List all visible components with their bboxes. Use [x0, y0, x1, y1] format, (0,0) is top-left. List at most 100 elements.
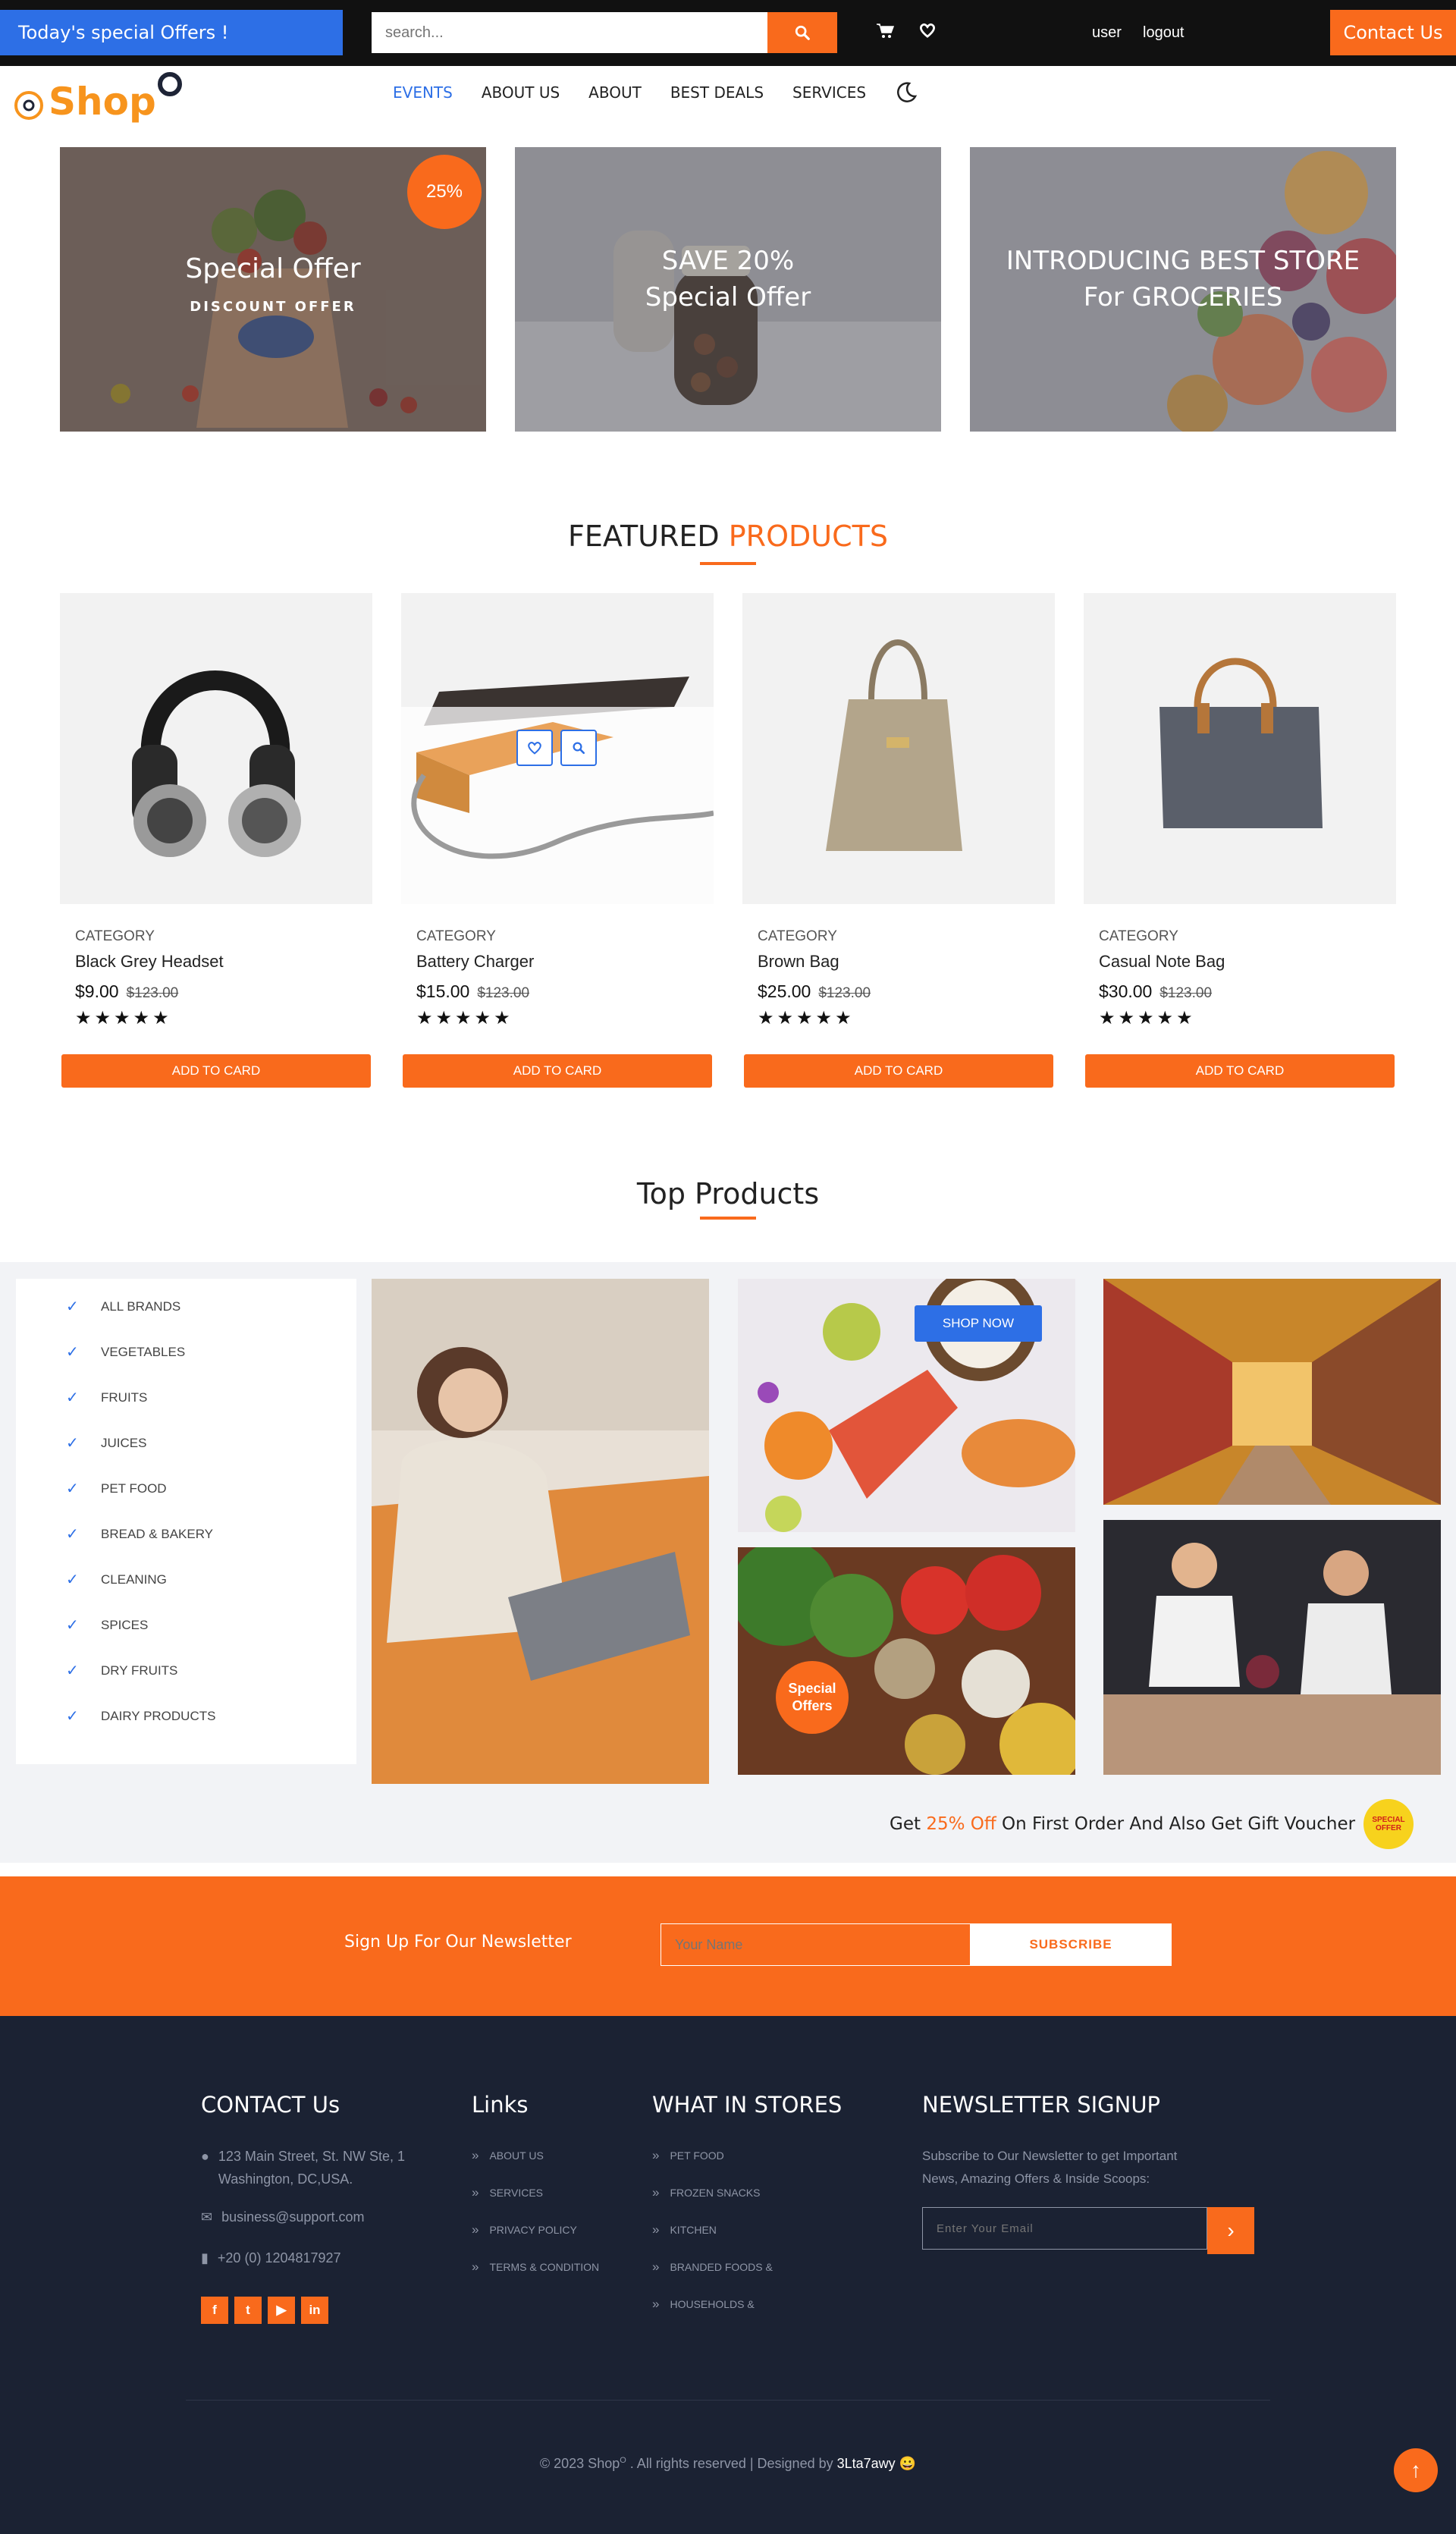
store-item[interactable]: » PET FOOD	[652, 2148, 724, 2163]
supermarket-aisle-photo[interactable]	[1103, 1279, 1441, 1505]
twitter-icon[interactable]: t	[234, 2297, 262, 2324]
heart-icon[interactable]	[919, 23, 936, 38]
price-old: $123.00	[818, 985, 871, 1001]
store-item[interactable]: » HOUSEHOLDS &	[652, 2297, 755, 2312]
logo-cart-icon	[14, 91, 43, 120]
double-chevron-icon: »	[652, 2222, 660, 2237]
footer-link-privacy[interactable]: » PRIVACY POLICY	[472, 2222, 577, 2237]
category-item[interactable]: ✓ ALL BRANDS	[66, 1297, 180, 1316]
footer-link-services[interactable]: » SERVICES	[472, 2185, 543, 2200]
footer-phone[interactable]: ▮ +20 (0) 1204817927	[201, 2250, 341, 2266]
rating-stars: ★★★★★	[758, 1008, 855, 1028]
banner-special-offer[interactable]: 25% Special Offer DISCOUNT OFFER	[60, 147, 486, 432]
banner-save-20[interactable]: SAVE 20% Special Offer	[515, 147, 941, 432]
category-label: FRUITS	[101, 1389, 148, 1405]
banner-best-store[interactable]: INTRODUCING BEST STORE For GROCERIES	[970, 147, 1396, 432]
category-label: JUICES	[101, 1435, 147, 1450]
product-card[interactable]: CATEGORY Casual Note Bag $30.00 $123.00 ★…	[1084, 593, 1396, 1089]
category-item[interactable]: ✓ BREAD & BAKERY	[66, 1524, 213, 1543]
product-card[interactable]: CATEGORY Battery Charger $15.00 $123.00 ★…	[401, 593, 714, 1089]
footer-email-input[interactable]	[922, 2207, 1207, 2250]
wishlist-button[interactable]	[516, 730, 553, 766]
copyright: © 2023 ShopO . All rights reserved | Des…	[0, 2456, 1456, 2472]
category-item[interactable]: ✓ DRY FRUITS	[66, 1661, 177, 1680]
product-name[interactable]: Casual Note Bag	[1099, 952, 1225, 972]
category-label: VEGETABLES	[101, 1344, 186, 1359]
product-image[interactable]	[60, 593, 372, 904]
logo[interactable]: Shop	[14, 72, 182, 121]
nav-item-about-us[interactable]: ABOUT US	[482, 83, 560, 102]
facebook-icon[interactable]: f	[201, 2297, 228, 2324]
add-to-cart-button[interactable]: ADD TO CARD	[744, 1054, 1053, 1088]
nav-item-services[interactable]: SERVICES	[792, 83, 866, 102]
double-chevron-icon: »	[652, 2148, 660, 2162]
product-name[interactable]: Battery Charger	[416, 952, 534, 972]
store-item[interactable]: » KITCHEN	[652, 2222, 717, 2237]
product-price: $9.00 $123.00	[75, 981, 178, 1002]
email-text: business@support.com	[221, 2209, 365, 2225]
scroll-to-top-button[interactable]: ↑	[1394, 2448, 1438, 2492]
phone-text: +20 (0) 1204817927	[217, 2250, 341, 2266]
product-card[interactable]: CATEGORY Black Grey Headset $9.00 $123.00…	[60, 593, 372, 1089]
woman-laptop-photo[interactable]	[372, 1279, 709, 1784]
category-item[interactable]: ✓ JUICES	[66, 1433, 146, 1452]
hero-banners: 25% Special Offer DISCOUNT OFFER SAVE 20…	[0, 147, 1456, 432]
logout-link[interactable]: logout	[1143, 24, 1185, 42]
add-to-cart-button[interactable]: ADD TO CARD	[61, 1054, 371, 1088]
product-card[interactable]: CATEGORY Brown Bag $25.00 $123.00 ★★★★★ A…	[742, 593, 1055, 1089]
store-item[interactable]: » BRANDED FOODS &	[652, 2259, 773, 2275]
price-old: $123.00	[477, 985, 530, 1001]
top-products-underline	[700, 1217, 756, 1220]
address-line2: Washington, DC,USA.	[218, 2171, 353, 2187]
footer-link-about-us[interactable]: » ABOUT US	[472, 2148, 544, 2163]
footer-email[interactable]: ✉ business@support.com	[201, 2209, 364, 2225]
banner-2-subtitle: Special Offer	[645, 282, 811, 312]
category-item[interactable]: ✓ VEGETABLES	[66, 1342, 185, 1361]
vegetables-photo[interactable]: Special Offers	[738, 1547, 1075, 1775]
address-text: 123 Main Street, St. NW Ste, 1 Washington…	[218, 2145, 405, 2190]
product-price: $30.00 $123.00	[1099, 981, 1212, 1002]
linkedin-icon[interactable]: in	[301, 2297, 328, 2324]
store-item[interactable]: » FROZEN SNACKS	[652, 2185, 760, 2200]
designer-name[interactable]: 3Lta7awy	[837, 2456, 896, 2471]
newsletter-name-input[interactable]	[661, 1923, 971, 1966]
dark-mode-moon-icon[interactable]	[895, 81, 918, 104]
category-item[interactable]: ✓ PET FOOD	[66, 1479, 167, 1498]
product-image[interactable]	[1084, 593, 1396, 904]
search-button[interactable]	[767, 12, 837, 53]
category-item[interactable]: ✓ SPICES	[66, 1616, 148, 1634]
youtube-icon[interactable]: ▶	[268, 2297, 295, 2324]
user-link[interactable]: user	[1092, 24, 1122, 42]
category-item[interactable]: ✓ FRUITS	[66, 1388, 147, 1407]
nav-item-about[interactable]: ABOUT	[588, 83, 642, 102]
subscribe-button[interactable]: SUBSCRIBE	[970, 1923, 1172, 1966]
shop-now-button[interactable]: SHOP NOW	[915, 1305, 1042, 1342]
contact-us-button[interactable]: Contact Us	[1330, 10, 1456, 55]
special-offers-tag[interactable]: Today's special Offers !	[0, 10, 343, 55]
search-input[interactable]	[372, 12, 767, 53]
add-to-cart-button[interactable]: ADD TO CARD	[403, 1054, 712, 1088]
product-image[interactable]	[401, 593, 714, 904]
shopping-couple-photo[interactable]	[1103, 1520, 1441, 1775]
top-bar: Today's special Offers ! user logout Con…	[0, 0, 1456, 66]
promo-post: On First Order And Also Get Gift Voucher	[1002, 1814, 1356, 1834]
shopping-couple-image	[1103, 1520, 1441, 1775]
product-name[interactable]: Black Grey Headset	[75, 952, 224, 972]
nav-item-best-deals[interactable]: BEST DEALS	[670, 83, 764, 102]
product-name[interactable]: Brown Bag	[758, 952, 839, 972]
copyright-logo-ring: O	[620, 2456, 626, 2465]
product-image[interactable]	[742, 593, 1055, 904]
footer-link-terms[interactable]: » TERMS & CONDITION	[472, 2259, 599, 2275]
cart-icon[interactable]	[876, 23, 894, 39]
add-to-cart-button[interactable]: ADD TO CARD	[1085, 1054, 1395, 1088]
drinks-photo[interactable]: SHOP NOW	[738, 1279, 1075, 1532]
nav-item-events[interactable]: EVENTS	[393, 83, 453, 102]
quick-view-button[interactable]	[560, 730, 597, 766]
footer-subscribe-button[interactable]: ›	[1207, 2207, 1254, 2254]
category-item[interactable]: ✓ DAIRY PRODUCTS	[66, 1707, 215, 1725]
store-label: HOUSEHOLDS &	[670, 2298, 755, 2310]
price-old: $123.00	[126, 985, 179, 1001]
newsletter-label: Sign Up For Our Newsletter	[344, 1933, 572, 1952]
category-item[interactable]: ✓ CLEANING	[66, 1570, 167, 1589]
search-icon	[573, 742, 585, 755]
